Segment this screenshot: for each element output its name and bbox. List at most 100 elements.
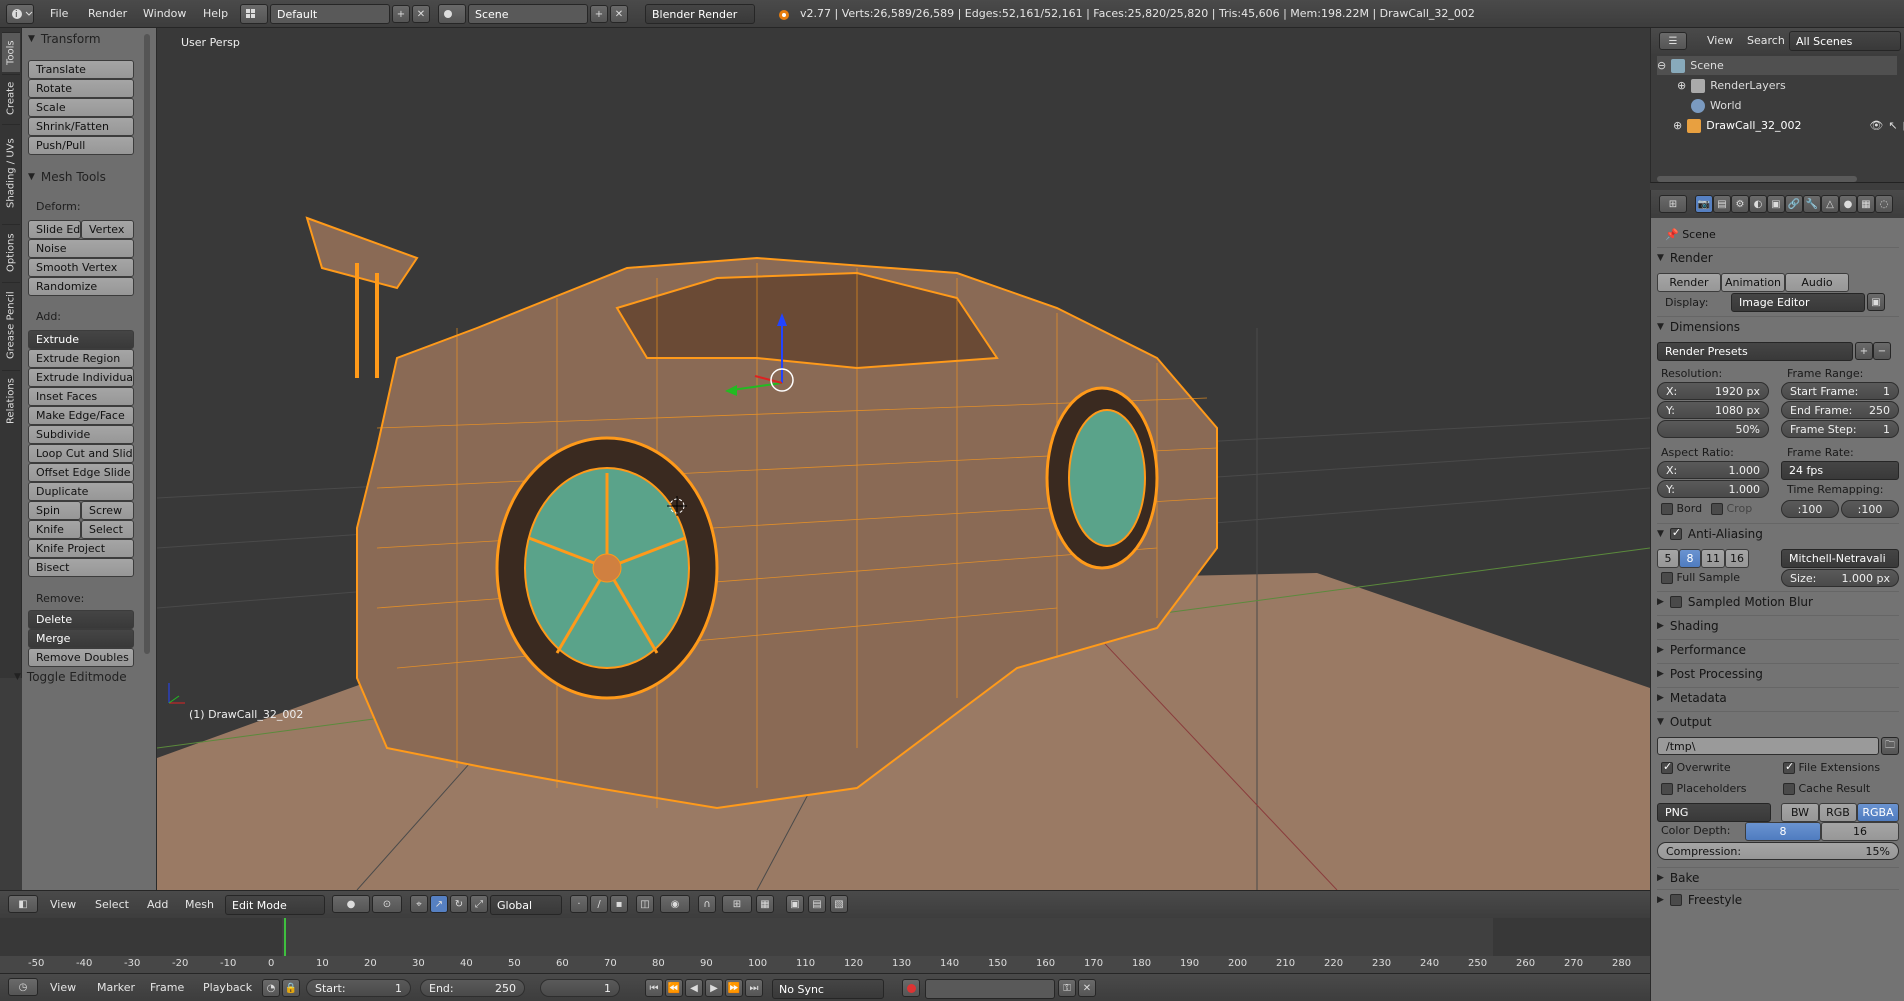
compression-slider[interactable]: Compression: 15% [1657,842,1899,860]
scene-field[interactable]: Scene [468,4,588,24]
bw-button[interactable]: BW [1781,803,1819,822]
render-presets-dropdown[interactable]: Render Presets [1657,342,1853,361]
remove-layout-icon[interactable]: ✕ [412,5,430,23]
scale-manip-icon[interactable]: ⤢ [470,895,488,913]
frame-rate-dropdown[interactable]: 24 fps [1781,461,1899,480]
aa-samples-16[interactable]: 16 [1725,549,1749,568]
outliner-menu-search[interactable]: Search [1747,34,1785,47]
object-tab-icon[interactable]: ▣ [1767,195,1785,213]
sync-dropdown[interactable]: No Sync [772,979,884,999]
menu-mesh[interactable]: Mesh [185,898,214,911]
freestyle-check-icon[interactable] [1669,893,1682,906]
end-frame-field[interactable]: End: 250 [420,979,525,997]
frame-step-prop[interactable]: Frame Step: 1 [1781,420,1899,438]
render-section[interactable]: ▼ Render [1657,247,1899,267]
color-depth-8[interactable]: 8 [1745,822,1821,841]
toggle-editmode-header[interactable]: ▼ Toggle Editmode [14,670,127,684]
pin-icon[interactable]: 📌 [1665,228,1679,241]
shading-section[interactable]: ▶ Shading [1657,615,1899,635]
screw-button[interactable]: Screw [81,501,134,520]
outliner-item-scene[interactable]: ⊖ Scene [1657,56,1897,75]
scene-icon[interactable] [438,4,466,24]
extrude-individual-button[interactable]: Extrude Individual [28,368,134,387]
file-extensions-checkbox[interactable]: File Extensions [1783,760,1880,774]
outliner-hscrollbar[interactable] [1657,176,1857,182]
spin-button[interactable]: Spin [28,501,81,520]
post-processing-section[interactable]: ▶ Post Processing [1657,663,1899,683]
preview-range-icon[interactable]: ◔ [262,979,280,997]
outliner-menu-view[interactable]: View [1707,34,1733,47]
view3d-editor-icon[interactable]: ◧ [8,895,38,913]
render-tab-icon[interactable]: 📷 [1695,195,1713,213]
menu-frame[interactable]: Frame [150,981,184,994]
dimensions-section[interactable]: ▼ Dimensions [1657,316,1899,336]
menu-playback[interactable]: Playback [203,981,252,994]
extrude-region-button[interactable]: Extrude Region [28,349,134,368]
play-icon[interactable]: ▶ [705,979,723,997]
eye-icon[interactable]: 👁 [1869,119,1883,132]
play-reverse-icon[interactable]: ◀ [685,979,703,997]
offset-edge-slide-button[interactable]: Offset Edge Slide [28,463,134,482]
bisect-button[interactable]: Bisect [28,558,134,577]
delete-dropdown[interactable]: Delete [28,610,134,629]
remap-new-field[interactable]: :100 [1841,500,1899,518]
current-frame-indicator[interactable] [284,918,286,958]
aa-check-icon[interactable] [1669,526,1682,540]
menu-render[interactable]: Render [88,7,127,20]
full-sample-checkbox[interactable]: Full Sample [1661,571,1740,584]
rgb-button[interactable]: RGB [1819,803,1857,822]
crop-checkbox[interactable]: Crop [1711,502,1752,515]
jump-end-icon[interactable]: ⏭ [745,979,763,997]
render-gl-icon[interactable]: ▣ [786,895,804,913]
slide-vertex-button[interactable]: Vertex [81,220,134,239]
smooth-vertex-button[interactable]: Smooth Vertex [28,258,134,277]
tab-relations[interactable]: Relations [2,370,20,432]
subdivide-button[interactable]: Subdivide [28,425,134,444]
jump-start-icon[interactable]: ⏮ [645,979,663,997]
3d-viewport[interactable]: User Persp (1) DrawCall_32_002 [157,28,1650,890]
start-frame-prop[interactable]: Start Frame: 1 [1781,382,1899,400]
output-section[interactable]: ▼ Output [1657,711,1899,731]
material-tab-icon[interactable]: ● [1839,195,1857,213]
scene-tab-icon[interactable]: ⚙ [1731,195,1749,213]
tab-create[interactable]: Create [2,74,20,122]
camera-view-icon[interactable]: ▧ [830,895,848,913]
push-pull-button[interactable]: Push/Pull [28,136,134,155]
duplicate-button[interactable]: Duplicate [28,482,134,501]
outliner-filter-dropdown[interactable]: All Scenes [1789,31,1901,51]
render-button[interactable]: Render [1657,273,1721,292]
cache-result-checkbox[interactable]: Cache Result [1783,782,1870,795]
knife-project-button[interactable]: Knife Project [28,539,134,558]
scale-button[interactable]: Scale [28,98,134,117]
placeholders-checkbox[interactable]: Placeholders [1661,782,1747,795]
texture-tab-icon[interactable]: ▦ [1857,195,1875,213]
inset-faces-button[interactable]: Inset Faces [28,387,134,406]
face-select-icon[interactable]: ▪ [610,895,628,913]
display-dropdown[interactable]: Image Editor [1731,293,1865,312]
loop-cut-button[interactable]: Loop Cut and Slide [28,444,134,463]
menu-view-timeline[interactable]: View [50,981,76,994]
manipulator-icon[interactable]: ⌖ [410,895,428,913]
menu-marker[interactable]: Marker [97,981,135,994]
bake-section[interactable]: ▶ Bake [1657,867,1899,887]
lock-icon[interactable]: 🔒 [282,979,300,997]
occlude-icon[interactable]: ◫ [636,895,654,913]
translate-button[interactable]: Translate [28,60,134,79]
orientation-dropdown[interactable]: Global [490,895,562,915]
toolshelf-scrollbar[interactable] [144,34,150,654]
color-depth-16[interactable]: 16 [1821,822,1899,841]
menu-view[interactable]: View [50,898,76,911]
knife-button[interactable]: Knife [28,520,81,539]
animation-button[interactable]: Animation [1721,273,1785,292]
aa-samples-8[interactable]: 8 [1679,549,1701,568]
render-still-icon[interactable]: ▦ [756,895,774,913]
jump-keyframe-back-icon[interactable]: ⏪ [665,979,683,997]
anti-aliasing-section[interactable]: ▼ Anti-Aliasing [1657,523,1899,543]
edge-select-icon[interactable]: / [590,895,608,913]
end-frame-prop[interactable]: End Frame: 250 [1781,401,1899,419]
jump-keyframe-forward-icon[interactable]: ⏩ [725,979,743,997]
render-anim-icon[interactable]: ▤ [808,895,826,913]
timeline-editor-icon[interactable]: ◷ [8,978,38,996]
shrink-fatten-button[interactable]: Shrink/Fatten [28,117,134,136]
outliner-editor-icon[interactable]: ☰ [1659,32,1687,50]
